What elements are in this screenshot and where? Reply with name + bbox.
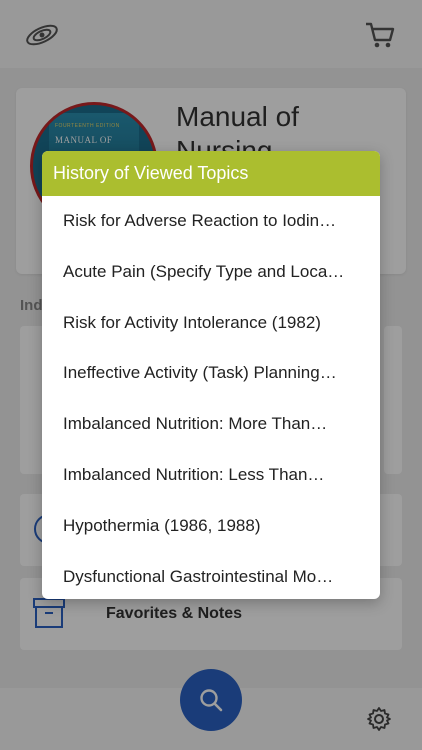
history-item[interactable]: Acute Pain (Specify Type and Loca… [42, 247, 380, 298]
history-item[interactable]: Imbalanced Nutrition: More Than… [42, 399, 380, 450]
history-item[interactable]: Imbalanced Nutrition: Less Than… [42, 450, 380, 501]
history-item[interactable]: Risk for Adverse Reaction to Iodin… [42, 196, 380, 247]
history-item[interactable]: Risk for Activity Intolerance (1982) [42, 298, 380, 349]
popup-title: History of Viewed Topics [42, 151, 380, 196]
history-item[interactable]: Dysfunctional Gastrointestinal Mo… [42, 552, 380, 599]
history-popup: History of Viewed Topics Risk for Advers… [42, 151, 380, 599]
history-list: Risk for Adverse Reaction to Iodin… Acut… [42, 196, 380, 599]
history-item[interactable]: Ineffective Activity (Task) Planning… [42, 348, 380, 399]
history-item[interactable]: Hypothermia (1986, 1988) [42, 501, 380, 552]
